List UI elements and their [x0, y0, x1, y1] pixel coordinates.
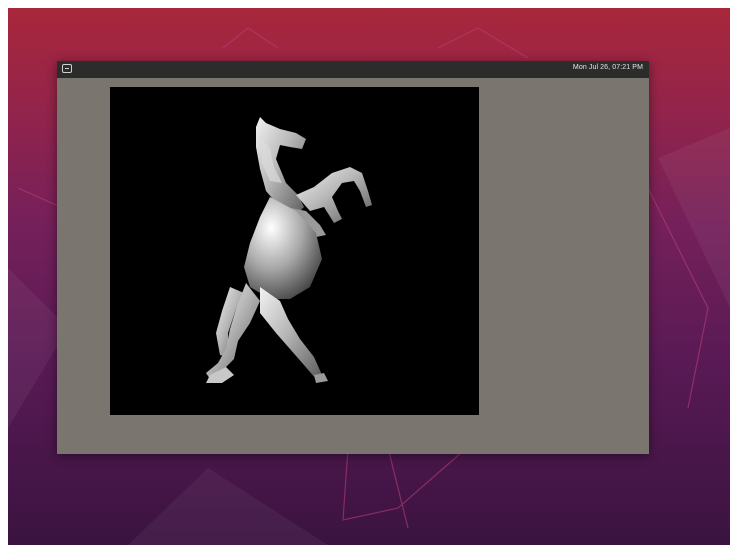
desktop-background: Mon Jul 26, 07:21 PM	[8, 8, 730, 545]
terminal-icon[interactable]	[62, 64, 72, 73]
render-canvas[interactable]	[110, 87, 479, 415]
application-window[interactable]: Mon Jul 26, 07:21 PM	[57, 61, 649, 454]
top-bar: Mon Jul 26, 07:21 PM	[57, 61, 649, 78]
horse-model	[206, 117, 372, 383]
clock[interactable]: Mon Jul 26, 07:21 PM	[573, 64, 643, 71]
